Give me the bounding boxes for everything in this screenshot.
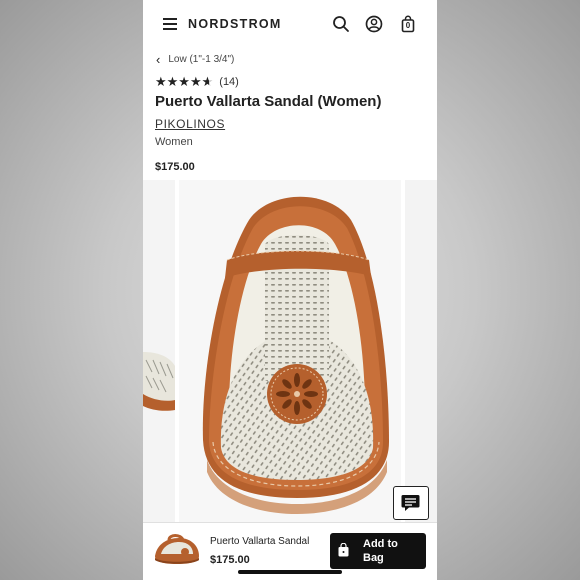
gallery-slide-next[interactable] [405,180,437,522]
chat-button[interactable] [393,486,429,520]
breadcrumb-label: Low (1"-1 3/4") [168,53,235,65]
product-rating[interactable]: ★★★★★ (14) [155,74,239,90]
shopping-bag-icon [338,543,349,557]
add-to-bag-label: Add to Bag [363,537,415,565]
product-title: Puerto Vallarta Sandal (Women) [155,93,382,110]
brand-link[interactable]: PIKOLINOS [155,117,225,131]
top-navigation-bar: NORDSTROM 0 [143,0,437,48]
bag-count: 0 [405,21,411,30]
product-gender: Women [155,136,193,148]
add-to-bag-button[interactable]: Add to Bag [330,533,426,569]
nordstrom-logo[interactable]: NORDSTROM [188,17,282,31]
phone-screen: NORDSTROM 0 ‹ Low (1"-1 3/4") ★★★★★ ★ (1… [143,0,437,580]
star-rating: ★★★★★ [155,74,213,90]
home-indicator[interactable] [238,570,342,574]
product-image-sandal [179,180,401,522]
review-count: (14) [219,76,239,88]
product-thumbnail [151,532,203,566]
add-to-bag-label-line1: Add to [363,538,398,550]
chevron-left-icon: ‹ [156,51,161,67]
gallery-slide-previous[interactable] [143,180,175,522]
bottom-bar-product-name: Puerto Vallarta Sandal [210,536,310,547]
shopping-bag-icon[interactable]: 0 [398,14,418,34]
product-price: $175.00 [155,161,195,173]
bottom-bar-price: $175.00 [210,554,250,566]
gallery-slide-main[interactable] [179,180,401,522]
account-icon[interactable] [364,14,384,34]
breadcrumb[interactable]: ‹ Low (1"-1 3/4") [156,51,234,67]
previous-product-image [143,180,175,522]
product-image-gallery[interactable] [143,180,437,522]
menu-icon[interactable] [163,18,177,30]
chat-icon [401,495,420,511]
search-icon[interactable] [331,14,351,34]
add-to-bag-label-line2: Bag [363,552,384,564]
